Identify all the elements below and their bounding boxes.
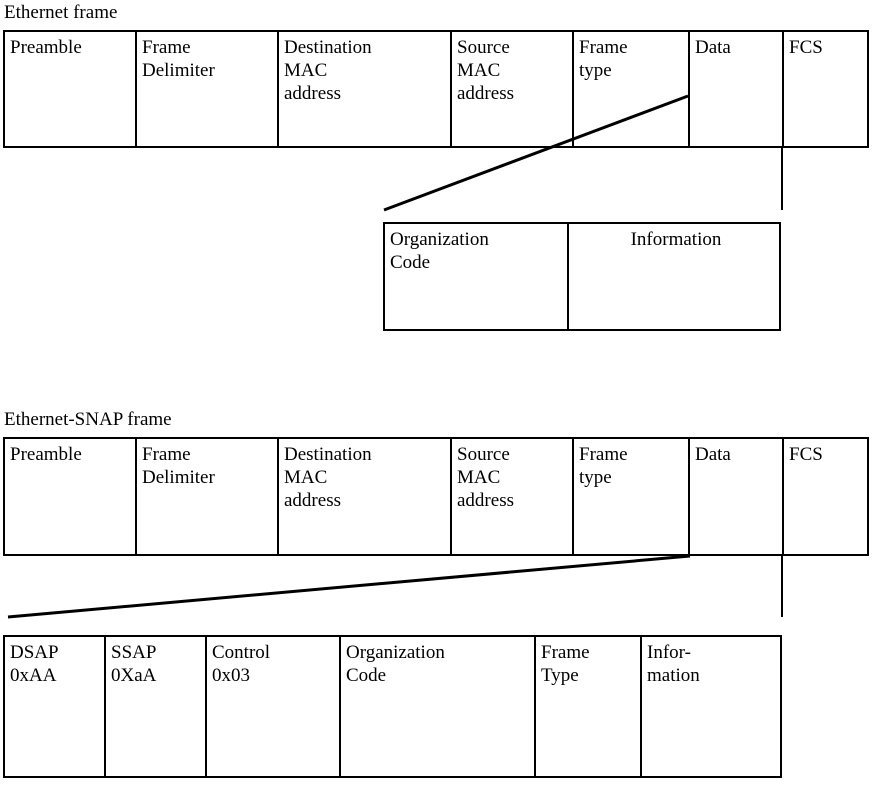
ethernet-snap-frame-row-cell-frame-type: Frame type	[574, 439, 690, 554]
ethernet-snap-header-row-cell-organization-code: Organization Code	[385, 224, 569, 329]
ethernet-frame-row-cell-destination-mac-label: Destination MAC address	[284, 37, 372, 104]
ethernet-snap-frame-row-cell-frame-delimiter-label: Frame Delimiter	[142, 444, 215, 488]
ethernet-snap-frame-row-cell-fcs: FCS	[784, 439, 871, 554]
ethernet-snap-header-row-cell-organization-code-label: Organization Code	[390, 229, 489, 273]
ethernet-frame-row-cell-source-mac: Source MAC address	[452, 32, 574, 146]
ethernet-frame-row-cell-fcs: FCS	[784, 32, 871, 146]
ethernet-frame-row-cell-frame-delimiter: Frame Delimiter	[137, 32, 279, 146]
ethernet-frame-row-cell-destination-mac: Destination MAC address	[279, 32, 452, 146]
snap-llc-header-row-cell-dsap-label: DSAP 0xAA	[10, 642, 59, 686]
ethernet-frame-row-cell-fcs-label: FCS	[789, 37, 823, 58]
ethernet-frame-row-cell-data-label: Data	[695, 37, 731, 58]
ethernet-frame-row-cell-source-mac-label: Source MAC address	[457, 37, 514, 104]
ethernet-snap-frame-row: Preamble Frame Delimiter Destination MAC a…	[3, 437, 869, 556]
ethernet-snap-header-row-cell-information-label: Information	[630, 229, 722, 250]
ethernet-frame-row-cell-preamble-label: Preamble	[10, 37, 82, 58]
ethernet-snap-frame-row-cell-destination-mac-label: Destination MAC address	[284, 444, 372, 511]
ethernet-snap-frame-row-cell-data-label: Data	[695, 444, 731, 465]
ethernet-frame-row-cell-frame-type-label: Frame type	[579, 37, 628, 81]
ethernet-frame-row-cell-data: Data	[690, 32, 784, 146]
ethernet-snap-frame-row-cell-fcs-label: FCS	[789, 444, 823, 465]
ethernet-frame-caption: Ethernet frame	[4, 2, 118, 23]
ethernet-snap-header-row: Organization Code Information	[383, 222, 781, 331]
snap-llc-header-row-cell-frame-type: Frame Type	[536, 637, 642, 776]
diagram-canvas: Ethernet frame Preamble Frame Delimiter De…	[0, 0, 874, 786]
snap-llc-header-row-cell-ssap: SSAP 0XaA	[106, 637, 207, 776]
ethernet-snap-frame-row-cell-frame-delimiter: Frame Delimiter	[137, 439, 279, 554]
snap-llc-header-row-cell-ssap-label: SSAP 0XaA	[111, 642, 157, 686]
snap-llc-header-row-cell-control: Control 0x03	[207, 637, 341, 776]
ethernet-snap-header-row-cell-information: Information	[569, 224, 783, 329]
ethernet-frame-row: Preamble Frame Delimiter Destination MAC a…	[3, 30, 869, 148]
ethernet-snap-frame-row-cell-preamble: Preamble	[5, 439, 137, 554]
ethernet-snap-frame-row-cell-data: Data	[690, 439, 784, 554]
ethernet-snap-frame-row-cell-source-mac: Source MAC address	[452, 439, 574, 554]
ethernet-snap-frame-row-cell-preamble-label: Preamble	[10, 444, 82, 465]
snap-llc-header-row-cell-organization-code-label: Organization Code	[346, 642, 445, 686]
ethernet-snap-frame-row-cell-destination-mac: Destination MAC address	[279, 439, 452, 554]
snap-llc-header-row-cell-organization-code: Organization Code	[341, 637, 536, 776]
snap-llc-header-row-cell-information-label: Infor- mation	[647, 642, 700, 686]
snap-llc-header-row-cell-dsap: DSAP 0xAA	[5, 637, 106, 776]
ethernet-frame-row-cell-frame-type: Frame type	[574, 32, 690, 146]
ethernet-frame-row-cell-preamble: Preamble	[5, 32, 137, 146]
ethernet-snap-frame-caption: Ethernet-SNAP frame	[4, 409, 172, 430]
snap-llc-header-row-cell-control-label: Control 0x03	[212, 642, 271, 686]
ethernet-snap-frame-row-cell-source-mac-label: Source MAC address	[457, 444, 514, 511]
snap-llc-header-row-cell-information: Infor- mation	[642, 637, 784, 776]
snap-llc-header-row-cell-frame-type-label: Frame Type	[541, 642, 590, 686]
ethernet-frame-row-cell-frame-delimiter-label: Frame Delimiter	[142, 37, 215, 81]
ethernet-snap-diagonal-leader-line	[7, 554, 691, 619]
ethernet-snap-frame-row-cell-frame-type-label: Frame type	[579, 444, 628, 488]
snap-llc-header-row: DSAP 0xAA SSAP 0XaA Control 0x03 Organizati…	[3, 635, 782, 778]
